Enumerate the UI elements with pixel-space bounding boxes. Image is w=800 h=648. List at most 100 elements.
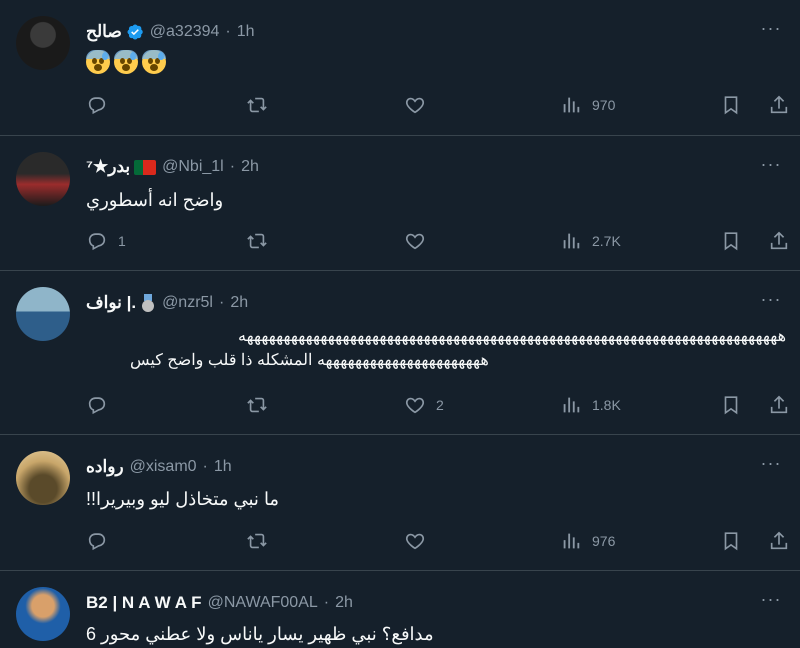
views-button[interactable]: 970 [560, 91, 615, 119]
reply-icon [88, 233, 106, 251]
bookmark-button[interactable] [720, 391, 742, 419]
share-button[interactable] [768, 391, 790, 419]
like-button[interactable]: 2 [404, 391, 444, 419]
avatar[interactable] [16, 587, 70, 641]
share-button[interactable] [768, 527, 790, 555]
heart-icon [405, 397, 425, 414]
tweet-text-line-2: ههههههههههههههههههههههه المشكله ذا قلب و… [130, 352, 489, 369]
avatar[interactable] [16, 152, 70, 206]
reply-button[interactable] [86, 527, 118, 555]
views-button[interactable]: 1.8K [560, 391, 621, 419]
tweet-header: بدر★⁷ @Nbi_1l · 2h [86, 155, 259, 179]
retweet-icon [247, 233, 267, 249]
author-name[interactable]: بدر★⁷ [86, 157, 130, 177]
heart-icon [405, 97, 425, 114]
tweet-text: واضح انه أسطوري [86, 190, 224, 210]
avatar[interactable] [16, 16, 70, 70]
bookmark-icon [724, 96, 738, 115]
action-bar: 2 1.8K [86, 391, 792, 419]
view-count: 970 [592, 97, 616, 113]
action-bar: 976 [86, 527, 792, 555]
more-icon[interactable]: ··· [756, 19, 786, 42]
view-count: 1.8K [592, 397, 621, 413]
bookmark-button[interactable] [720, 91, 742, 119]
share-icon [770, 231, 788, 250]
tweet-header: B2 | N A W A F @NAWAF00AL · 2h [86, 591, 353, 615]
action-bar: 1 2.7K [86, 227, 792, 255]
more-icon[interactable]: ··· [756, 590, 786, 613]
like-button[interactable] [404, 527, 436, 555]
retweet-icon [247, 97, 267, 113]
bookmark-button[interactable] [720, 227, 742, 255]
author-handle[interactable]: @xisam0 [130, 458, 197, 476]
like-button[interactable] [404, 91, 436, 119]
tweet-text: مدافع؟ نبي ظهير يسار ياناس ولا عطني محور… [86, 624, 434, 644]
separator-dot: · [202, 458, 208, 475]
portugal-flag-icon [134, 159, 157, 175]
avatar[interactable] [16, 287, 70, 341]
timestamp[interactable]: 1h [214, 458, 232, 476]
tweet[interactable]: B2 | N A W A F @NAWAF00AL · 2h ··· مدافع… [0, 571, 800, 648]
author-handle[interactable]: @a32394 [150, 23, 220, 41]
share-button[interactable] [768, 227, 790, 255]
author-handle[interactable]: @Nbi_1l [162, 158, 224, 176]
anxious-face-with-sweat-icon [86, 50, 110, 74]
retweet-button[interactable] [246, 527, 268, 555]
view-count: 2.7K [592, 233, 621, 249]
bookmark-icon [724, 532, 738, 551]
views-icon [563, 397, 580, 413]
author-name[interactable]: .| نواف [86, 293, 136, 313]
views-icon [563, 233, 580, 249]
tweet[interactable]: صالح @a32394 · 1h ··· 970 [0, 0, 800, 136]
medal-icon [140, 294, 156, 312]
tweet[interactable]: بدر★⁷ @Nbi_1l · 2h ··· واضح انه أسطوري 1… [0, 136, 800, 271]
share-button[interactable] [768, 91, 790, 119]
author-name[interactable]: رواده [86, 457, 124, 477]
more-icon[interactable]: ··· [756, 290, 786, 313]
views-button[interactable]: 976 [560, 527, 615, 555]
tweet[interactable]: .| نواف @nzr5l · 2h ··· هههههههههههههههه… [0, 271, 800, 435]
more-icon[interactable]: ··· [756, 155, 786, 178]
share-icon [770, 95, 788, 114]
author-name[interactable]: B2 | N A W A F [86, 593, 202, 613]
bookmark-button[interactable] [720, 527, 742, 555]
emoji-row [86, 50, 170, 74]
action-bar: 970 [86, 91, 792, 119]
separator-dot: · [218, 294, 225, 311]
timestamp[interactable]: 2h [230, 294, 248, 312]
reply-button[interactable] [86, 391, 118, 419]
timestamp[interactable]: 2h [241, 158, 259, 176]
view-count: 976 [592, 533, 616, 549]
reply-icon [88, 97, 106, 115]
views-button[interactable]: 2.7K [560, 227, 621, 255]
author-handle[interactable]: @NAWAF00AL [208, 594, 318, 612]
reply-count: 1 [118, 233, 126, 249]
anxious-face-with-sweat-icon [114, 50, 138, 74]
avatar[interactable] [16, 451, 70, 505]
reply-button[interactable] [86, 91, 118, 119]
retweet-button[interactable] [246, 391, 268, 419]
share-icon [770, 395, 788, 414]
timeline-feed: صالح @a32394 · 1h ··· 970 بدر★⁷ @Nbi_1l [0, 0, 800, 648]
more-icon[interactable]: ··· [756, 454, 786, 477]
like-count: 2 [436, 397, 444, 413]
heart-icon [405, 233, 425, 250]
reply-button[interactable]: 1 [86, 227, 126, 255]
views-icon [563, 533, 580, 549]
tweet-text-line-1: هههههههههههههههههههههههههههههههههههههههه… [237, 328, 786, 345]
timestamp[interactable]: 2h [335, 594, 353, 612]
separator-dot: · [229, 158, 236, 175]
like-button[interactable] [404, 227, 436, 255]
tweet-header: رواده @xisam0 · 1h [86, 455, 232, 479]
retweet-button[interactable] [246, 227, 268, 255]
tweet-text: ما نبي متخاذل ليو وبيريرا!! [86, 489, 280, 509]
author-name[interactable]: صالح [86, 22, 122, 42]
retweet-button[interactable] [246, 91, 268, 119]
verified-badge-icon [127, 24, 143, 40]
timestamp[interactable]: 1h [237, 23, 255, 41]
tweet[interactable]: رواده @xisam0 · 1h ··· ما نبي متخاذل ليو… [0, 435, 800, 571]
reply-icon [88, 533, 106, 551]
share-icon [770, 531, 788, 550]
author-handle[interactable]: @nzr5l [162, 294, 213, 312]
bookmark-icon [724, 232, 738, 251]
